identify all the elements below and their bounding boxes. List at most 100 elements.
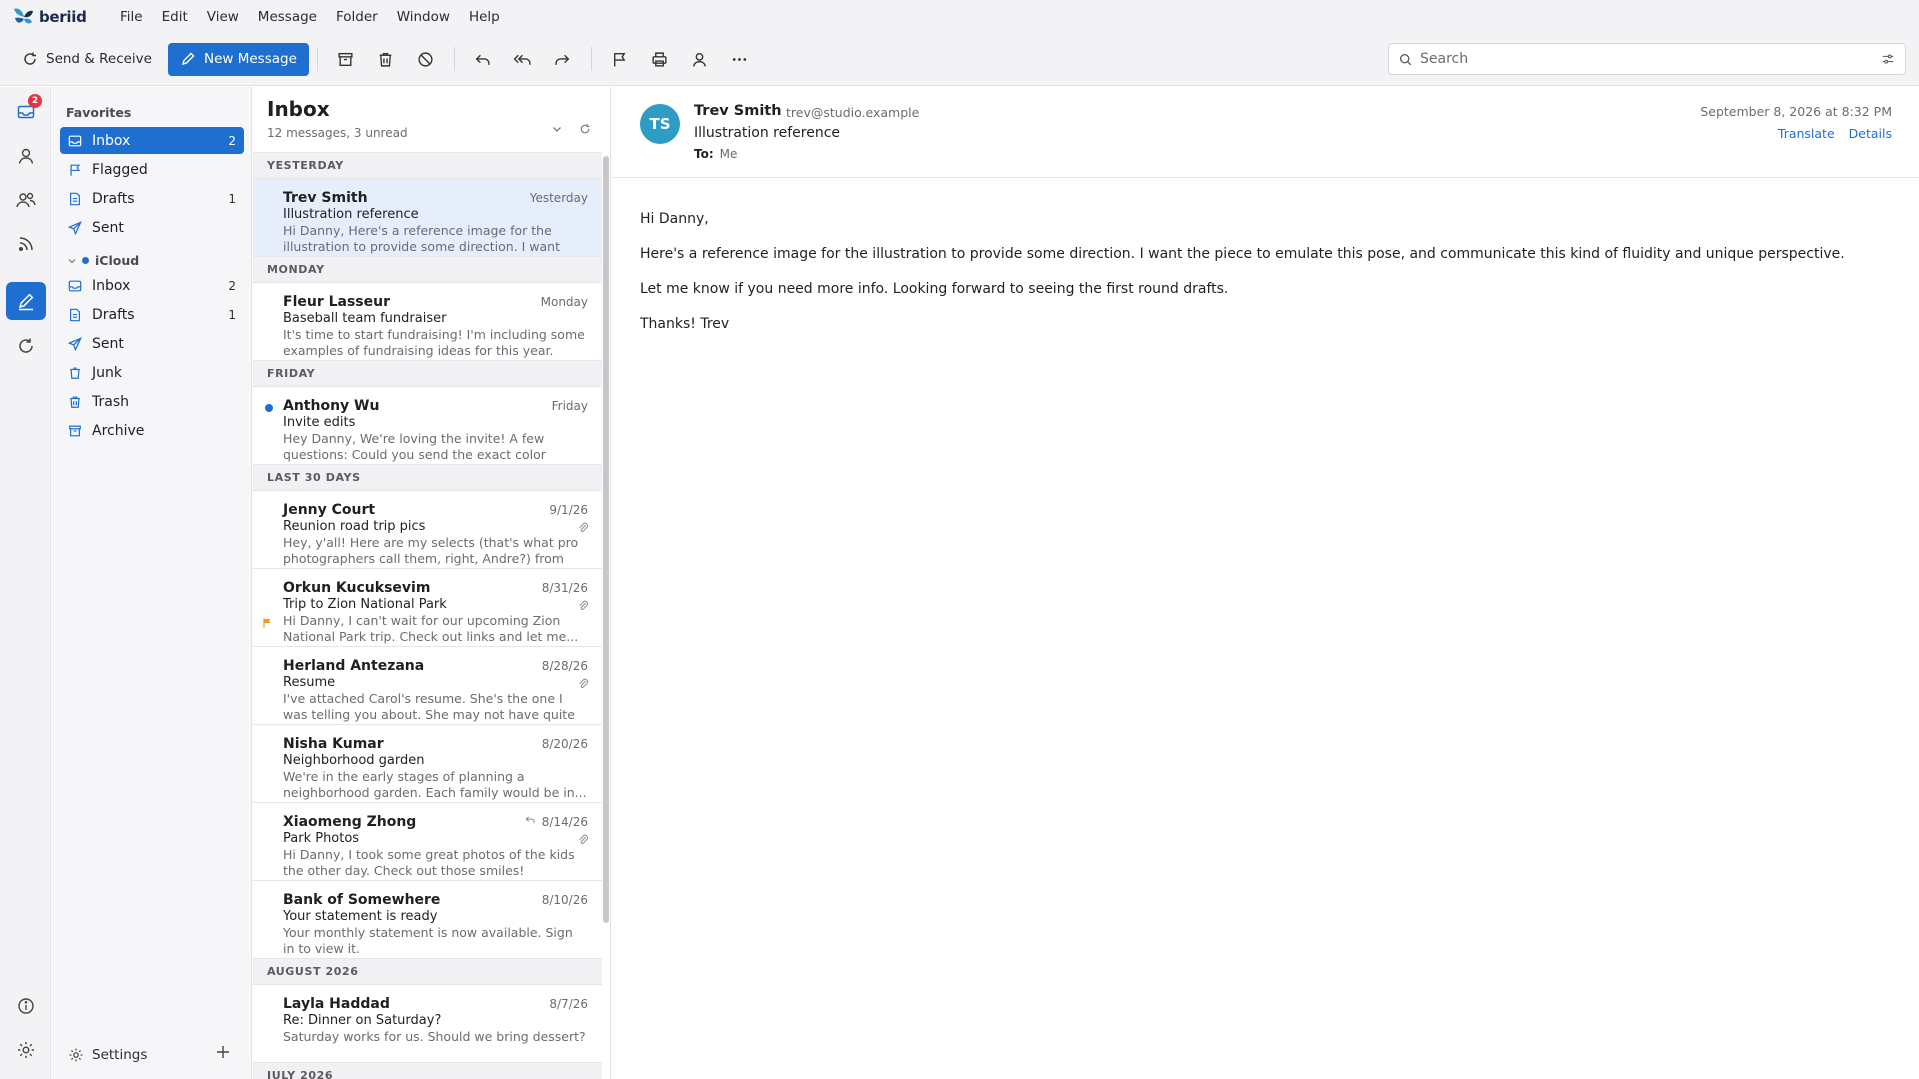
message-list-scroll[interactable]: YESTERDAY Trev Smith Yesterday Illustrat…: [253, 152, 602, 1079]
search-input[interactable]: [1420, 51, 1881, 67]
reading-pane: TS Trev Smith trev@studio.example Illust…: [612, 87, 1919, 1079]
rail-feeds-button[interactable]: [6, 225, 46, 263]
rail-contacts-button[interactable]: [6, 137, 46, 175]
message-date: 8/28/26: [541, 659, 588, 673]
add-account-button[interactable]: [216, 1045, 230, 1059]
sender-name[interactable]: Trev Smith: [694, 103, 782, 119]
forward-button[interactable]: [543, 43, 583, 75]
info-icon: [18, 998, 34, 1014]
body-paragraph: Here's a reference image for the illustr…: [640, 246, 1845, 262]
new-message-button[interactable]: New Message: [167, 42, 309, 76]
rss-icon: [18, 237, 33, 252]
folder-icloud-inbox[interactable]: Inbox 2: [60, 272, 244, 299]
message-row[interactable]: Bank of Somewhere 8/10/26 Your statement…: [253, 880, 602, 958]
junk-button[interactable]: [406, 43, 446, 75]
more-button[interactable]: [720, 43, 760, 75]
folder-icloud-junk[interactable]: Junk: [60, 359, 244, 386]
menu-file[interactable]: File: [120, 9, 143, 25]
pencil-icon: [181, 52, 195, 66]
folder-icloud-trash[interactable]: Trash: [60, 388, 244, 415]
butterfly-logo-icon: [14, 7, 33, 23]
folder-label: Archive: [92, 422, 145, 439]
rail-mail-button[interactable]: 2: [6, 93, 46, 131]
unread-dot: [265, 404, 273, 412]
sync-icon: [19, 338, 33, 353]
folder-favorites-flagged[interactable]: Flagged: [60, 156, 244, 183]
paperclip-icon: [579, 522, 588, 533]
folder-favorites-drafts[interactable]: Drafts 1: [60, 185, 244, 212]
folder-icloud-drafts[interactable]: Drafts 1: [60, 301, 244, 328]
list-title: Inbox: [267, 97, 330, 121]
message-from: Jenny Court: [283, 502, 376, 518]
message-row[interactable]: Layla Haddad 8/7/26 Re: Dinner on Saturd…: [253, 984, 602, 1062]
archive-icon: [338, 52, 353, 66]
group-header: FRIDAY: [253, 360, 602, 386]
list-scrollbar[interactable]: [603, 156, 609, 923]
menu-message[interactable]: Message: [258, 9, 317, 25]
menu-folder[interactable]: Folder: [336, 9, 378, 25]
rail-groups-button[interactable]: [6, 181, 46, 219]
rail-info-button[interactable]: [6, 987, 46, 1025]
menu-window[interactable]: Window: [397, 9, 450, 25]
folder-label: Drafts: [92, 190, 135, 207]
menu-bar: beriid File Edit View Message Folder Win…: [0, 0, 1919, 33]
message-row[interactable]: Orkun Kucuksevim 8/31/26 Trip to Zion Na…: [253, 568, 602, 646]
message-row[interactable]: Fleur Lasseur Monday Baseball team fundr…: [253, 282, 602, 360]
toolbar-separator: [453, 47, 455, 71]
search-box[interactable]: [1388, 43, 1906, 75]
filter-icon[interactable]: [1881, 52, 1895, 66]
message-body: Hi Danny, Here's a reference image for t…: [640, 211, 1890, 351]
message-date: 8/7/26: [549, 997, 588, 1011]
mail-badge: 2: [28, 94, 42, 108]
folder-icloud-sent[interactable]: Sent: [60, 330, 244, 357]
folder-pane: Favorites Inbox 2 Flagged Drafts 1 Sent …: [52, 87, 252, 1079]
print-button[interactable]: [640, 43, 680, 75]
people-icon: [16, 192, 36, 208]
message-subject: Re: Dinner on Saturday?: [283, 1013, 442, 1028]
sort-button[interactable]: [551, 123, 563, 135]
message-from: Anthony Wu: [283, 398, 380, 414]
folder-favorites-sent[interactable]: Sent: [60, 214, 244, 241]
account-header-icloud[interactable]: iCloud: [68, 253, 139, 268]
contact-button[interactable]: [680, 43, 720, 75]
delete-button[interactable]: [366, 43, 406, 75]
menu-view[interactable]: View: [207, 9, 239, 25]
message-row[interactable]: Xiaomeng Zhong 8/14/26 Park Photos Hi Da…: [253, 802, 602, 880]
flag-button[interactable]: [600, 43, 640, 75]
details-link[interactable]: Details: [1849, 126, 1892, 141]
folder-label: Flagged: [92, 161, 148, 178]
folder-icloud-archive[interactable]: Archive: [60, 417, 244, 444]
message-date: 8/14/26: [541, 815, 588, 829]
message-date: 9/1/26: [549, 503, 588, 517]
folder-favorites-inbox[interactable]: Inbox 2: [60, 127, 244, 154]
message-row[interactable]: Anthony Wu Friday Invite edits Hey Danny…: [253, 386, 602, 464]
menu-help[interactable]: Help: [469, 9, 500, 25]
message-date: 8/10/26: [541, 893, 588, 907]
message-row[interactable]: Jenny Court 9/1/26 Reunion road trip pic…: [253, 490, 602, 568]
rail-compose-button[interactable]: [6, 282, 46, 320]
rail-sync-button[interactable]: [6, 327, 46, 365]
sender-email[interactable]: trev@studio.example: [786, 105, 919, 120]
message-row[interactable]: Nisha Kumar 8/20/26 Neighborhood garden …: [253, 724, 602, 802]
rail-settings-button[interactable]: [6, 1031, 46, 1069]
reply-all-button[interactable]: [503, 43, 543, 75]
refresh-list-button[interactable]: [579, 123, 591, 135]
send-receive-button[interactable]: Send & Receive: [12, 43, 162, 75]
archive-button[interactable]: [326, 43, 366, 75]
message-row[interactable]: Trev Smith Yesterday Illustration refere…: [253, 178, 602, 256]
message-subject: Trip to Zion National Park: [283, 597, 447, 612]
group-header: JULY 2026: [253, 1062, 602, 1079]
message-from: Bank of Somewhere: [283, 892, 441, 908]
folder-count: 2: [228, 133, 236, 148]
reply-button[interactable]: [463, 43, 503, 75]
body-paragraph: Hi Danny,: [640, 211, 709, 227]
to-value[interactable]: Me: [720, 147, 738, 161]
message-row[interactable]: Herland Antezana 8/28/26 Resume I've att…: [253, 646, 602, 724]
chevron-down-icon: [68, 258, 76, 263]
message-preview: Your monthly statement is now available.…: [283, 925, 573, 956]
refresh-icon: [580, 124, 590, 134]
translate-link[interactable]: Translate: [1778, 126, 1835, 141]
message-date: 8/20/26: [541, 737, 588, 751]
menu-edit[interactable]: Edit: [162, 9, 188, 25]
settings-button[interactable]: Settings: [68, 1047, 147, 1063]
